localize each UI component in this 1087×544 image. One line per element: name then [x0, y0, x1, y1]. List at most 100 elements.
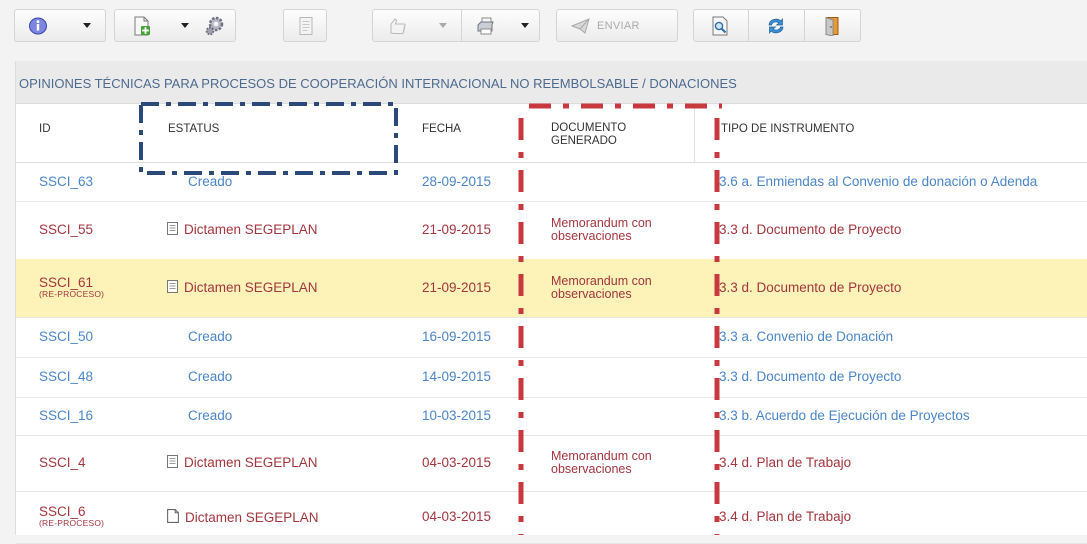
chevron-down-icon	[181, 23, 189, 28]
navigation-button-group	[693, 9, 861, 42]
row-id[interactable]: SSCI_55	[39, 222, 93, 237]
hand-icon	[390, 17, 406, 34]
row-instrument-type[interactable]: 3.3 d. Documento de Proyecto	[719, 369, 901, 384]
row-status[interactable]: Creado	[188, 408, 232, 423]
document-icon	[167, 222, 178, 235]
new-document-button[interactable]	[127, 10, 157, 41]
notes-button[interactable]	[290, 10, 322, 41]
printer-icon	[477, 17, 494, 34]
row-status[interactable]: Dictamen SEGEPLAN	[167, 280, 318, 295]
row-status[interactable]: Dictamen SEGEPLAN	[167, 455, 318, 470]
row-id[interactable]: SSCI_50	[39, 329, 93, 344]
column-header-documento-line2: GENERADO	[551, 135, 617, 147]
send-arrow-icon	[571, 17, 590, 34]
row-document-line2: observaciones	[551, 287, 632, 301]
row-date: 28-09-2015	[422, 174, 492, 189]
table-row[interactable]: SSCI_61 (RE-PROCESO) Dictamen SEGEPLAN 21-0…	[16, 259, 1087, 318]
table-row[interactable]: SSCI_63 Creado 28-09-2015 3.6 a. Enmiendas …	[16, 163, 1087, 202]
print-dropdown[interactable]	[513, 10, 537, 41]
row-status-label: Dictamen SEGEPLAN	[184, 280, 318, 295]
notes-button-group	[283, 9, 327, 42]
toolbar-divider	[804, 10, 805, 41]
new-button-group	[114, 9, 236, 42]
row-status[interactable]: Dictamen SEGEPLAN	[167, 509, 319, 525]
document-icon	[167, 280, 178, 293]
column-header-documento-line1: DOCUMENTO	[551, 122, 627, 134]
settings-button[interactable]	[199, 10, 231, 41]
row-status[interactable]: Creado	[188, 329, 232, 344]
row-document-line1: Memorandum con	[551, 274, 652, 288]
exit-button[interactable]	[810, 10, 854, 41]
info-icon	[29, 17, 47, 34]
column-header-tipo[interactable]: TIPO DE INSTRUMENTO	[721, 123, 854, 135]
new-document-dropdown[interactable]	[173, 10, 197, 41]
info-button-group	[14, 9, 106, 42]
row-date: 14-09-2015	[422, 369, 492, 384]
row-date: 21-09-2015	[422, 222, 492, 237]
row-id[interactable]: SSCI_4	[39, 455, 86, 470]
table-row[interactable]: SSCI_16 Creado 10-03-2015 3.3 b. Acuerdo de…	[16, 397, 1087, 436]
column-header-fecha[interactable]: FECHA	[422, 123, 461, 135]
chevron-down-icon	[439, 23, 447, 28]
row-status-label: Dictamen SEGEPLAN	[184, 455, 318, 470]
column-header-estatus[interactable]: ESTATUS	[168, 123, 219, 135]
row-instrument-type[interactable]: 3.4 d. Plan de Trabajo	[719, 455, 851, 470]
column-header-documento[interactable]: DOCUMENTO GENERADO	[551, 122, 626, 148]
blank-document-icon	[167, 509, 179, 523]
hand-button[interactable]	[383, 10, 413, 41]
print-button[interactable]	[469, 10, 503, 41]
table-row[interactable]: SSCI_55 Dictamen SEGEPLAN 21-09-2015 Memora…	[16, 201, 1087, 260]
send-button[interactable]: ENVIAR	[556, 9, 678, 42]
row-id[interactable]: SSCI_16	[39, 408, 93, 423]
row-date: 21-09-2015	[422, 280, 492, 295]
row-id[interactable]: SSCI_63	[39, 174, 93, 189]
send-label: ENVIAR	[597, 19, 640, 32]
row-id[interactable]: SSCI_61 (RE-PROCESO)	[39, 276, 104, 299]
chevron-down-icon	[83, 23, 91, 28]
refresh-icon	[768, 17, 784, 34]
search-document-icon	[712, 16, 728, 35]
row-document-line2: observaciones	[551, 462, 632, 476]
row-status-label: Dictamen SEGEPLAN	[185, 510, 319, 525]
hand-dropdown[interactable]	[431, 10, 455, 41]
table-row[interactable]: SSCI_50 Creado 16-09-2015 3.3 a. Convenio d…	[16, 317, 1087, 358]
preview-button[interactable]	[698, 10, 742, 41]
row-instrument-type[interactable]: 3.3 d. Documento de Proyecto	[719, 280, 901, 295]
chevron-down-icon	[521, 23, 529, 28]
table-row[interactable]: SSCI_6 (RE-PROCESO) Dictamen SEGEPLAN 04-03…	[16, 491, 1087, 544]
row-id[interactable]: SSCI_6 (RE-PROCESO)	[39, 505, 104, 528]
table-row[interactable]: SSCI_4 Dictamen SEGEPLAN 04-03-2015 Memoran…	[16, 435, 1087, 492]
panel-title: OPINIONES TÉCNICAS PARA PROCESOS DE COOP…	[16, 61, 1087, 104]
row-instrument-type[interactable]: 3.4 d. Plan de Trabajo	[719, 509, 851, 524]
row-instrument-type[interactable]: 3.3 d. Documento de Proyecto	[719, 222, 901, 237]
row-document-line1: Memorandum con	[551, 449, 652, 463]
reprocess-label: (RE-PROCESO)	[39, 518, 105, 528]
document-icon	[167, 455, 178, 468]
row-instrument-type[interactable]: 3.3 b. Acuerdo de Ejecución de Proyectos	[719, 408, 970, 423]
gear-icon	[205, 16, 224, 35]
row-generated-document[interactable]: Memorandum con observaciones	[551, 275, 652, 301]
row-document-line2: observaciones	[551, 229, 632, 243]
row-date: 16-09-2015	[422, 329, 492, 344]
refresh-button[interactable]	[754, 10, 798, 41]
row-status[interactable]: Creado	[188, 174, 232, 189]
row-generated-document[interactable]: Memorandum con observaciones	[551, 217, 652, 243]
info-dropdown[interactable]	[75, 10, 99, 41]
print-button-group	[372, 9, 540, 42]
row-status-label: Dictamen SEGEPLAN	[184, 222, 318, 237]
row-generated-document[interactable]: Memorandum con observaciones	[551, 450, 652, 476]
row-date: 04-03-2015	[422, 509, 492, 524]
row-id[interactable]: SSCI_48	[39, 369, 93, 384]
row-date: 10-03-2015	[422, 408, 492, 423]
column-header-id[interactable]: ID	[39, 123, 51, 135]
row-status[interactable]: Dictamen SEGEPLAN	[167, 222, 318, 237]
row-instrument-type[interactable]: 3.6 a. Enmiendas al Convenio de donación…	[719, 174, 1037, 189]
row-date: 04-03-2015	[422, 455, 492, 470]
row-id-label: SSCI_6	[39, 504, 86, 519]
info-button[interactable]	[21, 10, 55, 41]
row-instrument-type[interactable]: 3.3 a. Convenio de Donación	[719, 329, 893, 344]
row-status[interactable]: Creado	[188, 369, 232, 384]
table-row[interactable]: SSCI_48 Creado 14-09-2015 3.3 d. Documento …	[16, 357, 1087, 398]
header-divider	[694, 104, 695, 162]
send-button-content: ENVIAR	[571, 10, 667, 41]
